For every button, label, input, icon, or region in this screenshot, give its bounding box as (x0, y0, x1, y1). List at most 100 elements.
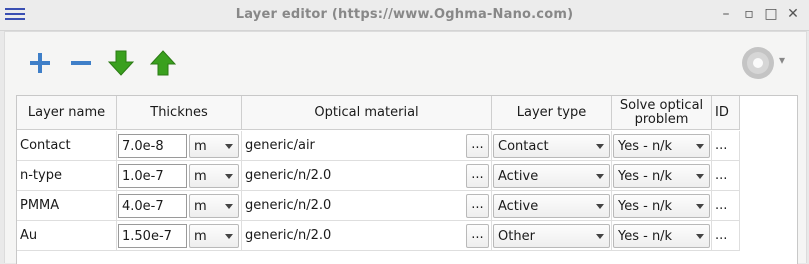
header-layer-type[interactable]: Layer type (492, 96, 612, 130)
unit-select[interactable]: m (189, 194, 239, 218)
restore-button[interactable]: ▫ (741, 6, 757, 22)
layer-type-select[interactable]: Contact (493, 134, 610, 158)
id-cell[interactable]: ... (712, 221, 740, 251)
unit-select[interactable]: m (189, 224, 239, 248)
optical-material-cell: generic/n/2.0 ... (242, 191, 492, 221)
toolbar: ▾ (5, 32, 806, 94)
layer-name: PMMA (20, 198, 60, 213)
thickness-cell: 7.0e-8 m (117, 131, 242, 161)
layer-type-value: Active (498, 169, 539, 184)
move-up-button[interactable] (148, 48, 178, 78)
id-cell[interactable]: ... (712, 191, 740, 221)
optical-material-value: generic/n/2.0 (245, 198, 332, 213)
thickness-input[interactable]: 1.0e-7 (118, 164, 187, 188)
browse-material-button[interactable]: ... (466, 224, 489, 248)
browse-material-button[interactable]: ... (466, 194, 489, 218)
thickness-input[interactable]: 4.0e-7 (118, 194, 187, 218)
arrow-up-icon (150, 50, 176, 76)
thickness-cell: 1.50e-7 m (117, 221, 242, 251)
header-thickness[interactable]: Thicknes (117, 96, 242, 130)
solve-optical-value: Yes - n/k (618, 139, 673, 154)
id-value: ... (715, 198, 728, 213)
chevron-down-icon (225, 144, 233, 149)
chevron-down-icon (696, 144, 704, 149)
solve-optical-cell: Yes - n/k (612, 161, 712, 191)
unit-select[interactable]: m (189, 134, 239, 158)
optical-material-value: generic/n/2.0 (245, 228, 332, 243)
layer-name-cell[interactable]: PMMA (17, 191, 117, 221)
chevron-down-icon: ▾ (779, 53, 786, 67)
chevron-down-icon (225, 204, 233, 209)
header-id[interactable]: ID (712, 96, 740, 130)
optical-material-value: generic/n/2.0 (245, 168, 332, 183)
solve-optical-value: Yes - n/k (618, 229, 673, 244)
layer-type-select[interactable]: Active (493, 194, 610, 218)
thickness-cell: 4.0e-7 m (117, 191, 242, 221)
chevron-down-icon (596, 174, 604, 179)
optical-material-value: generic/air (245, 138, 315, 153)
solve-optical-cell: Yes - n/k (612, 131, 712, 161)
layer-name: Au (20, 228, 38, 243)
layer-type-select[interactable]: Active (493, 164, 610, 188)
minus-icon (71, 61, 91, 65)
thickness-cell: 1.0e-7 m (117, 161, 242, 191)
chevron-down-icon (596, 234, 604, 239)
header-solve-optical[interactable]: Solve optical problem (612, 96, 712, 130)
chevron-down-icon (696, 174, 704, 179)
layer-type-cell: Other (492, 221, 612, 251)
layer-type-value: Contact (498, 139, 549, 154)
id-cell[interactable]: ... (712, 161, 740, 191)
chevron-down-icon (596, 204, 604, 209)
thickness-value: 1.50e-7 (122, 229, 172, 244)
browse-material-button[interactable]: ... (466, 164, 489, 188)
layer-name-cell[interactable]: Contact (17, 131, 117, 161)
table-row: Au 1.50e-7 m generic/n/2.0 ... Other Yes… (17, 221, 740, 251)
thickness-input[interactable]: 1.50e-7 (118, 224, 187, 248)
thickness-value: 1.0e-7 (122, 169, 164, 184)
editor-body: ▾ Layer name Thicknes Optical material L… (4, 31, 807, 264)
id-value: ... (715, 228, 728, 243)
solve-optical-select[interactable]: Yes - n/k (613, 224, 710, 248)
layer-type-cell: Active (492, 191, 612, 221)
optical-material-cell: generic/air ... (242, 131, 492, 161)
thickness-value: 7.0e-8 (122, 139, 164, 154)
table-row: Contact 7.0e-8 m generic/air ... Contact… (17, 131, 740, 161)
chevron-down-icon (696, 234, 704, 239)
id-value: ... (715, 138, 728, 153)
layer-name: Contact (20, 138, 71, 153)
solve-optical-cell: Yes - n/k (612, 221, 712, 251)
header-optical-material[interactable]: Optical material (242, 96, 492, 130)
thickness-value: 4.0e-7 (122, 199, 164, 214)
solve-optical-select[interactable]: Yes - n/k (613, 194, 710, 218)
maximize-button[interactable]: □ (763, 6, 779, 22)
chevron-down-icon (225, 174, 233, 179)
header-layer-name[interactable]: Layer name (17, 96, 117, 130)
add-layer-button[interactable] (25, 48, 55, 78)
layer-name-cell[interactable]: Au (17, 221, 117, 251)
remove-layer-button[interactable] (66, 48, 96, 78)
solve-optical-cell: Yes - n/k (612, 191, 712, 221)
close-button[interactable]: ✕ (785, 6, 801, 22)
disc-icon (742, 47, 774, 79)
layer-name-cell[interactable]: n-type (17, 161, 117, 191)
arrow-down-icon (108, 50, 134, 76)
window-title: Layer editor (https://www.Oghma-Nano.com… (235, 7, 574, 22)
move-down-button[interactable] (106, 48, 136, 78)
layer-type-value: Active (498, 199, 539, 214)
minimize-button[interactable]: – (718, 6, 734, 22)
table-row: n-type 1.0e-7 m generic/n/2.0 ... Active… (17, 161, 740, 191)
plus-icon (30, 53, 50, 73)
layer-name: n-type (20, 168, 62, 183)
unit-select[interactable]: m (189, 164, 239, 188)
table-row: PMMA 4.0e-7 m generic/n/2.0 ... Active Y… (17, 191, 740, 221)
options-dropdown[interactable]: ▾ (741, 47, 791, 79)
id-value: ... (715, 168, 728, 183)
layer-type-cell: Active (492, 161, 612, 191)
solve-optical-select[interactable]: Yes - n/k (613, 134, 710, 158)
solve-optical-select[interactable]: Yes - n/k (613, 164, 710, 188)
id-cell[interactable]: ... (712, 131, 740, 161)
thickness-input[interactable]: 7.0e-8 (118, 134, 187, 158)
unit-value: m (194, 199, 207, 214)
browse-material-button[interactable]: ... (466, 134, 489, 158)
layer-type-select[interactable]: Other (493, 224, 610, 248)
